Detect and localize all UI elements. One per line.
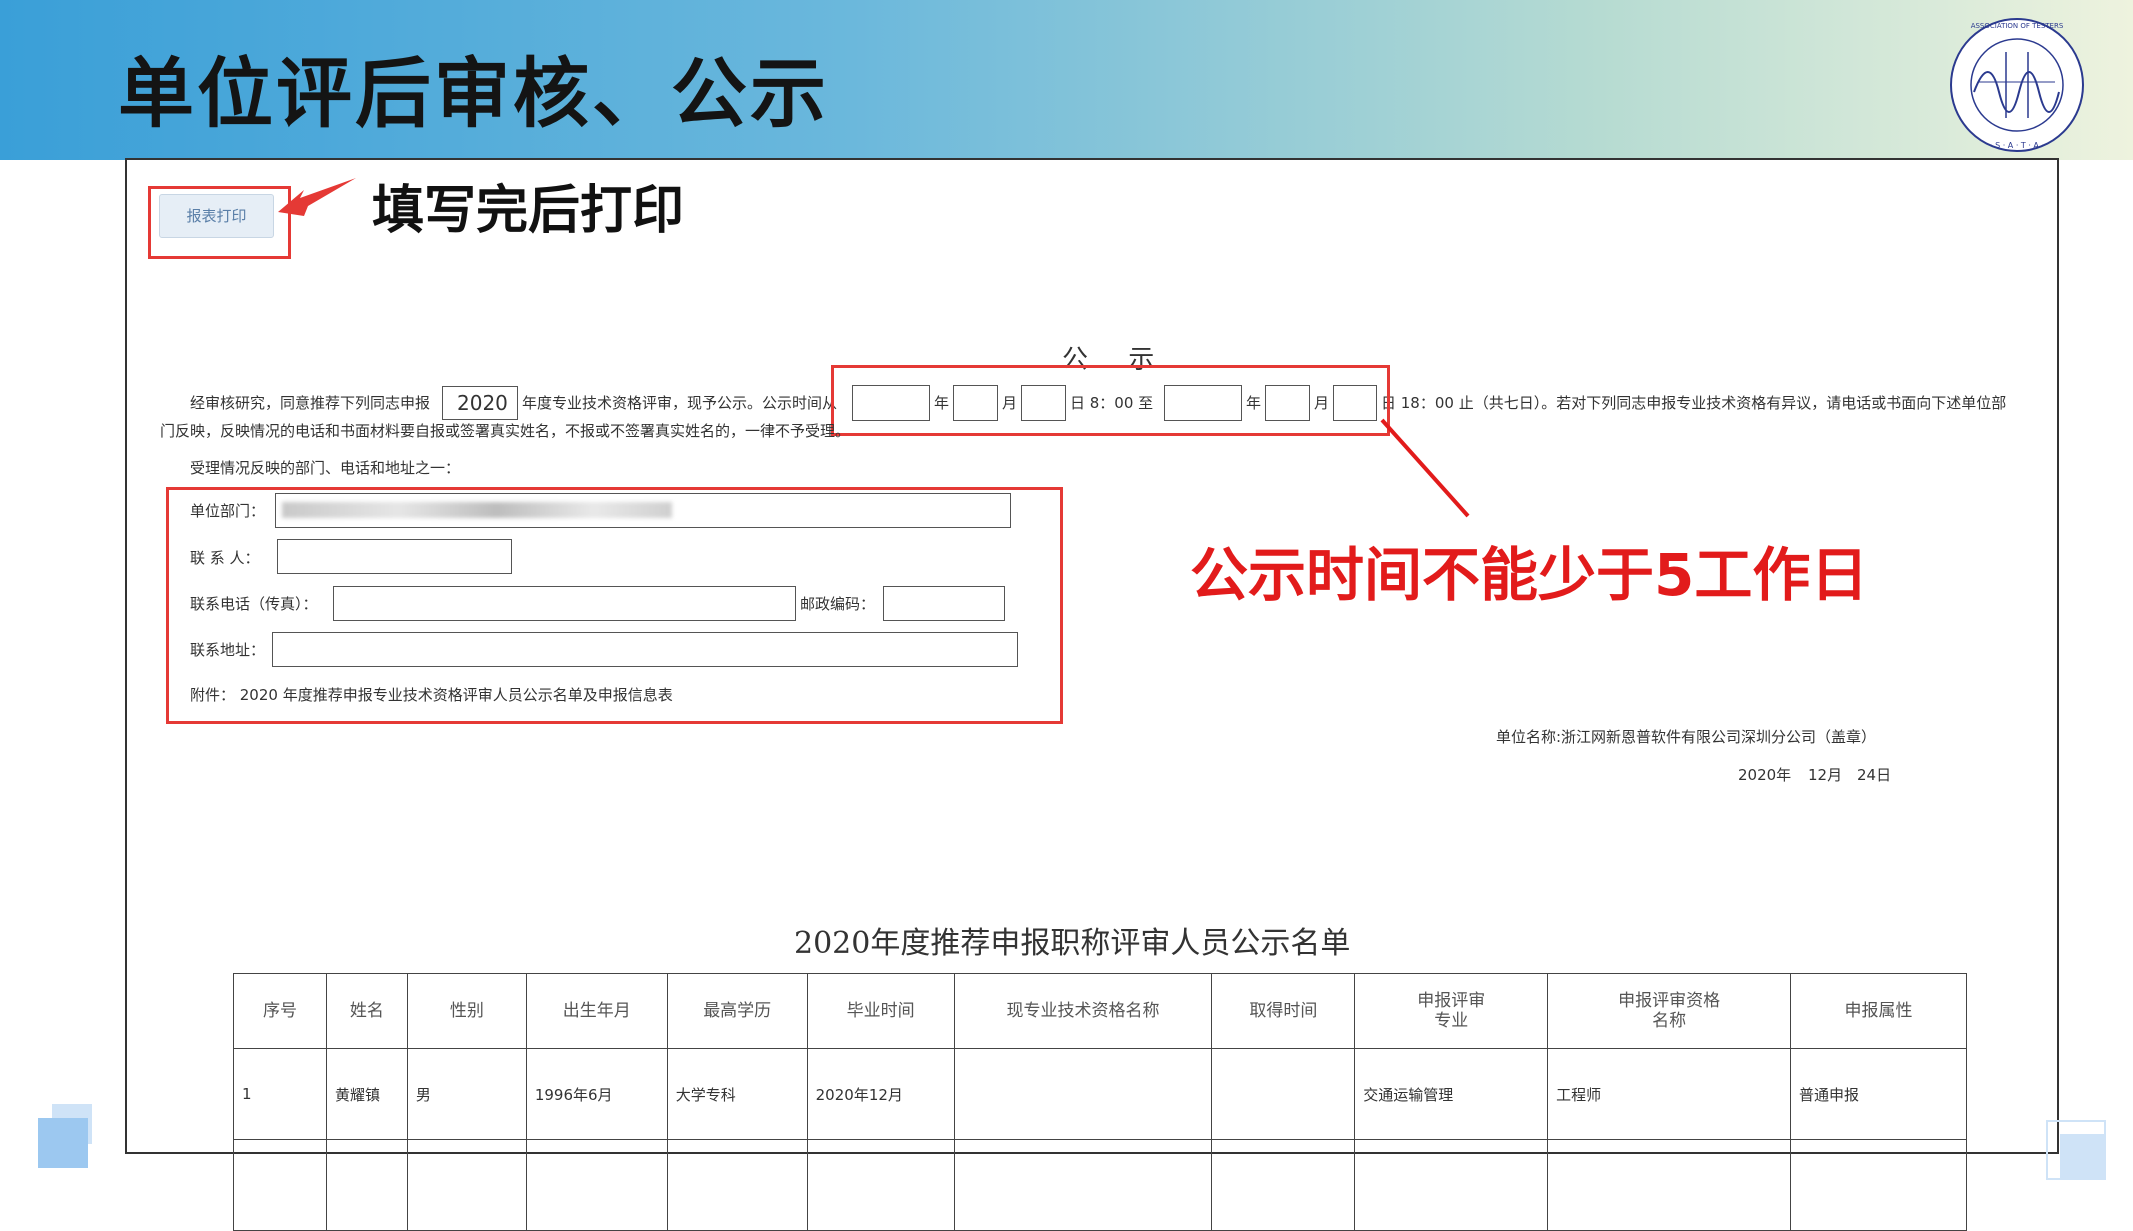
roster-title: 2020年度推荐申报职称评审人员公示名单 bbox=[794, 926, 1351, 961]
address-label: 联系地址： bbox=[190, 641, 266, 659]
phone-label: 联系电话（传真）： bbox=[190, 595, 318, 613]
header-cell: 序号 bbox=[233, 973, 327, 1049]
decor-square bbox=[38, 1118, 88, 1168]
date-month: 12月 bbox=[1808, 766, 1843, 784]
zip-input[interactable] bbox=[883, 586, 1005, 621]
svg-text:· S · A · T · A ·: · S · A · T · A · bbox=[1990, 141, 2044, 150]
unit-signature: 单位名称:浙江网新恩普软件有限公司深圳分公司（盖章） bbox=[1496, 728, 1877, 746]
header-cell: 现专业技术资格名称 bbox=[953, 973, 1213, 1049]
cell-name: 黄耀镇 bbox=[325, 1048, 408, 1140]
table-row bbox=[233, 1139, 1967, 1231]
cell-qualification: 工程师 bbox=[1547, 1048, 1792, 1140]
cell-index: 1 bbox=[233, 1048, 327, 1140]
header-cell: 申报评审 专业 bbox=[1354, 973, 1549, 1049]
date-day: 24日 bbox=[1857, 766, 1892, 784]
table-row: 1 黄耀镇 男 1996年6月 大学专科 2020年12月 交通运输管理 工程师… bbox=[233, 1048, 1967, 1140]
svg-text:ASSOCIATION OF TESTERS: ASSOCIATION OF TESTERS bbox=[1971, 22, 2064, 30]
sata-seal-icon: ASSOCIATION OF TESTERS · S · A · T · A · bbox=[1950, 18, 2084, 152]
cell-obtained bbox=[1211, 1048, 1356, 1140]
date-range-highlight bbox=[831, 365, 1390, 436]
print-caption: 填写完后打印 bbox=[372, 181, 685, 241]
roster-table: 序号 姓名 性别 出生年月 最高学历 毕业时间 现专业技术资格名称 取得时间 申… bbox=[233, 973, 1967, 1231]
empty-cell bbox=[325, 1139, 408, 1231]
pointer-line-icon bbox=[1380, 418, 1470, 518]
empty-cell bbox=[1211, 1139, 1356, 1231]
attachment-text: 附件： 2020 年度推荐申报专业技术资格评审人员公示名单及申报信息表 bbox=[190, 686, 673, 704]
notice-text-b: 年度专业技术资格评审，现予公示。公示时间从 bbox=[522, 394, 838, 412]
cell-current-title bbox=[953, 1048, 1213, 1140]
empty-cell bbox=[1790, 1139, 1967, 1231]
header-cell: 毕业时间 bbox=[806, 973, 955, 1049]
header-cell: 出生年月 bbox=[525, 973, 668, 1049]
end-time-text: 日 18：00 止（共七日）。若对下列同志申报专业技术资格有异议，请电话或书面向… bbox=[1381, 394, 2007, 412]
address-input[interactable] bbox=[272, 632, 1018, 667]
empty-cell bbox=[406, 1139, 527, 1231]
cell-birth: 1996年6月 bbox=[525, 1048, 668, 1140]
notice-text-line2: 门反映，反映情况的电话和书面材料要自报或签署真实姓名，不报或不签署真实姓名的，一… bbox=[160, 422, 851, 440]
empty-cell bbox=[1354, 1139, 1549, 1231]
zip-label: 邮政编码： bbox=[800, 595, 876, 613]
contact-input[interactable] bbox=[277, 539, 512, 574]
header-cell: 申报评审资格 名称 bbox=[1547, 973, 1792, 1049]
header-cell: 申报属性 bbox=[1790, 973, 1967, 1049]
empty-cell bbox=[525, 1139, 668, 1231]
contact-label: 联 系 人： bbox=[190, 549, 260, 567]
notice-text-a: 经审核研究，同意推荐下列同志申报 bbox=[190, 394, 431, 412]
dept-input[interactable] bbox=[275, 493, 1011, 528]
redacted-text bbox=[282, 502, 672, 518]
dept-intro-text: 受理情况反映的部门、电话和地址之一： bbox=[190, 459, 461, 477]
slide-title: 单位评后审核、公示 bbox=[118, 49, 829, 138]
empty-cell bbox=[233, 1139, 327, 1231]
roster-header-row: 序号 姓名 性别 出生年月 最高学历 毕业时间 现专业技术资格名称 取得时间 申… bbox=[233, 973, 1967, 1049]
print-report-button[interactable]: 报表打印 bbox=[159, 194, 274, 238]
header-cell: 最高学历 bbox=[666, 973, 808, 1049]
empty-cell bbox=[806, 1139, 955, 1231]
year-input[interactable]: 2020 bbox=[442, 386, 518, 420]
cell-graduation: 2020年12月 bbox=[806, 1048, 955, 1140]
arrow-icon bbox=[278, 178, 356, 216]
cell-major: 交通运输管理 bbox=[1354, 1048, 1549, 1140]
empty-cell bbox=[1547, 1139, 1792, 1231]
decor-square bbox=[2060, 1134, 2106, 1180]
cell-gender: 男 bbox=[406, 1048, 527, 1140]
empty-cell bbox=[953, 1139, 1213, 1231]
header-cell: 姓名 bbox=[325, 973, 408, 1049]
duration-caption: 公示时间不能少于5工作日 bbox=[1190, 541, 1869, 609]
cell-attribute: 普通申报 bbox=[1790, 1048, 1967, 1140]
header-cell: 性别 bbox=[406, 973, 527, 1049]
empty-cell bbox=[666, 1139, 808, 1231]
dept-label: 单位部门： bbox=[190, 502, 266, 520]
cell-education: 大学专科 bbox=[666, 1048, 808, 1140]
header-cell: 取得时间 bbox=[1211, 973, 1356, 1049]
date-year: 2020年 bbox=[1738, 766, 1792, 784]
phone-input[interactable] bbox=[333, 586, 796, 621]
